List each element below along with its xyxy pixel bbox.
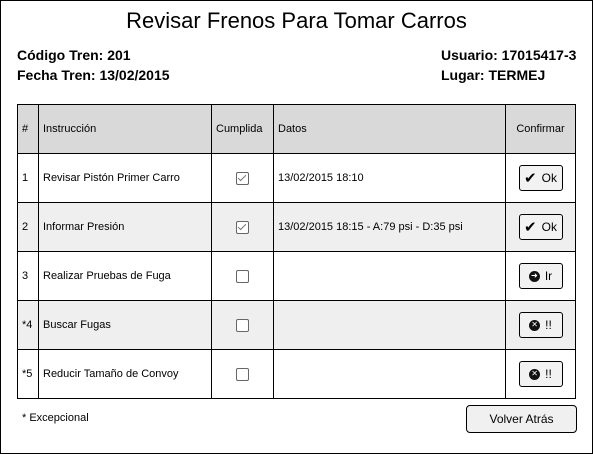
header-cumplida: Cumplida [211, 104, 274, 154]
header-num: # [17, 104, 39, 154]
button-label: Ir [544, 269, 553, 283]
footnote: * Excepcional [22, 412, 89, 424]
row-cumplida-cell [211, 153, 274, 203]
table-row: 1 Revisar Pistón Primer Carro 13/02/2015… [17, 153, 576, 203]
row-number: 1 [17, 153, 39, 203]
row-cumplida-cell [211, 202, 274, 252]
table-header: # Instrucción Cumplida Datos Confirmar [17, 104, 576, 154]
warning-button[interactable]: ✕!! [518, 312, 563, 338]
row-datos [273, 251, 506, 301]
confirm-ok-button[interactable]: ✔ Ok [518, 165, 563, 191]
row-datos [273, 300, 506, 350]
table-row: 2 Informar Presión 13/02/2015 18:15 - A:… [17, 202, 576, 252]
back-button[interactable]: Volver Atrás [466, 405, 577, 433]
check-icon: ✔ [524, 169, 537, 187]
arrow-circle-icon: ➜ [528, 270, 540, 282]
button-label: Ok [541, 220, 557, 234]
row-confirm-cell: ✕!! [505, 349, 576, 399]
row-datos: 13/02/2015 18:10 [273, 153, 506, 203]
cumplida-checkbox[interactable] [236, 171, 249, 185]
row-instruction: Realizar Pruebas de Fuga [38, 251, 212, 301]
go-button[interactable]: ➜ Ir [518, 263, 563, 289]
check-icon: ✔ [524, 218, 537, 236]
table-row: 3 Realizar Pruebas de Fuga ➜ Ir [17, 251, 576, 301]
row-confirm-cell: ✕!! [505, 300, 576, 350]
row-datos: 13/02/2015 18:15 - A:79 psi - D:35 psi [273, 202, 506, 252]
row-instruction: Informar Presión [38, 202, 212, 252]
row-cumplida-cell [211, 349, 274, 399]
row-confirm-cell: ✔ Ok [505, 202, 576, 252]
warning-button[interactable]: ✕!! [518, 361, 563, 387]
row-instruction: Reducir Tamaño de Convoy [38, 349, 212, 399]
header-instruccion: Instrucción [38, 104, 212, 154]
x-circle-icon: ✕ [529, 319, 541, 331]
row-datos [273, 349, 506, 399]
button-label: !! [545, 367, 552, 381]
confirm-ok-button[interactable]: ✔ Ok [518, 214, 563, 240]
row-instruction: Buscar Fugas [38, 300, 212, 350]
button-label: Ok [541, 171, 557, 185]
location: Lugar: TERMEJ [441, 67, 546, 83]
row-instruction: Revisar Pistón Primer Carro [38, 153, 212, 203]
user-id: Usuario: 17015417-3 [441, 47, 577, 63]
cumplida-checkbox[interactable] [236, 318, 249, 332]
row-cumplida-cell [211, 251, 274, 301]
cumplida-checkbox[interactable] [236, 220, 249, 234]
row-cumplida-cell [211, 300, 274, 350]
header-confirmar: Confirmar [505, 104, 576, 154]
page-title: Revisar Frenos Para Tomar Carros [126, 8, 467, 33]
header-datos: Datos [273, 104, 506, 154]
button-label: !! [545, 318, 552, 332]
cumplida-checkbox[interactable] [236, 269, 249, 283]
x-circle-icon: ✕ [529, 368, 541, 380]
instructions-table: # Instrucción Cumplida Datos Confirmar 1… [17, 104, 576, 399]
row-confirm-cell: ✔ Ok [505, 153, 576, 203]
row-confirm-cell: ➜ Ir [505, 251, 576, 301]
table-row: *4 Buscar Fugas ✕!! [17, 300, 576, 350]
cumplida-checkbox[interactable] [236, 367, 249, 381]
row-number: 2 [17, 202, 39, 252]
train-date: Fecha Tren: 13/02/2015 [17, 67, 170, 83]
row-number: *5 [17, 349, 39, 399]
table-row: *5 Reducir Tamaño de Convoy ✕!! [17, 349, 576, 399]
row-number: 3 [17, 251, 39, 301]
train-code: Código Tren: 201 [17, 47, 131, 63]
row-number: *4 [17, 300, 39, 350]
